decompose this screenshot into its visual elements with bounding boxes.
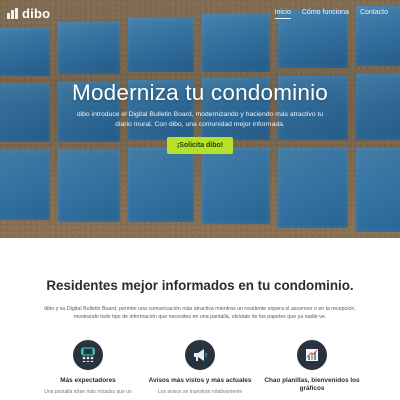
feature-label: Más expectadores xyxy=(60,377,116,384)
feature-audience: Más expectadores Una pantalla atrae más … xyxy=(28,340,148,396)
logo-bars-icon xyxy=(7,8,20,19)
feature-charts: Chao planillas, bienvenidos los gráficos xyxy=(252,340,372,397)
top-nav: dibo Inicio Cómo funciona Contacto xyxy=(0,0,400,28)
feature-label: Avisos más vistos y más actuales xyxy=(148,377,252,384)
hero-section: dibo Inicio Cómo funciona Contacto Moder… xyxy=(0,0,400,238)
request-dibo-button[interactable]: ¡Solicita dibo! xyxy=(167,137,233,154)
megaphone-icon xyxy=(185,340,215,370)
section-description: dibo y su Digital Bulletin Board, permit… xyxy=(44,306,356,320)
features-row: Más expectadores Una pantalla atrae más … xyxy=(0,340,400,400)
feature-label: Chao planillas, bienvenidos los gráficos xyxy=(264,377,360,392)
nav-link-como-funciona[interactable]: Cómo funciona xyxy=(302,9,349,19)
audience-icon xyxy=(73,340,103,370)
section-title: Residentes mejor informados en tu condom… xyxy=(46,278,354,293)
brand-name: dibo xyxy=(22,6,51,21)
chart-icon xyxy=(297,340,327,370)
feature-announcements: Avisos más vistos y más actuales Los avi… xyxy=(140,340,260,396)
hero-title: Moderniza tu condominio xyxy=(72,80,328,105)
hero-description: dibo introduce el Digital Bulletin Board… xyxy=(76,111,324,128)
brand-logo[interactable]: dibo xyxy=(7,6,50,21)
nav-link-contacto[interactable]: Contacto xyxy=(360,9,388,19)
nav-links: Inicio Cómo funciona Contacto xyxy=(274,9,388,19)
nav-link-inicio[interactable]: Inicio xyxy=(274,9,291,19)
feature-description: Una pantalla atrae más miradas que un xyxy=(44,389,132,395)
feature-description: Los avisos se muestran rotativamente xyxy=(157,389,243,395)
